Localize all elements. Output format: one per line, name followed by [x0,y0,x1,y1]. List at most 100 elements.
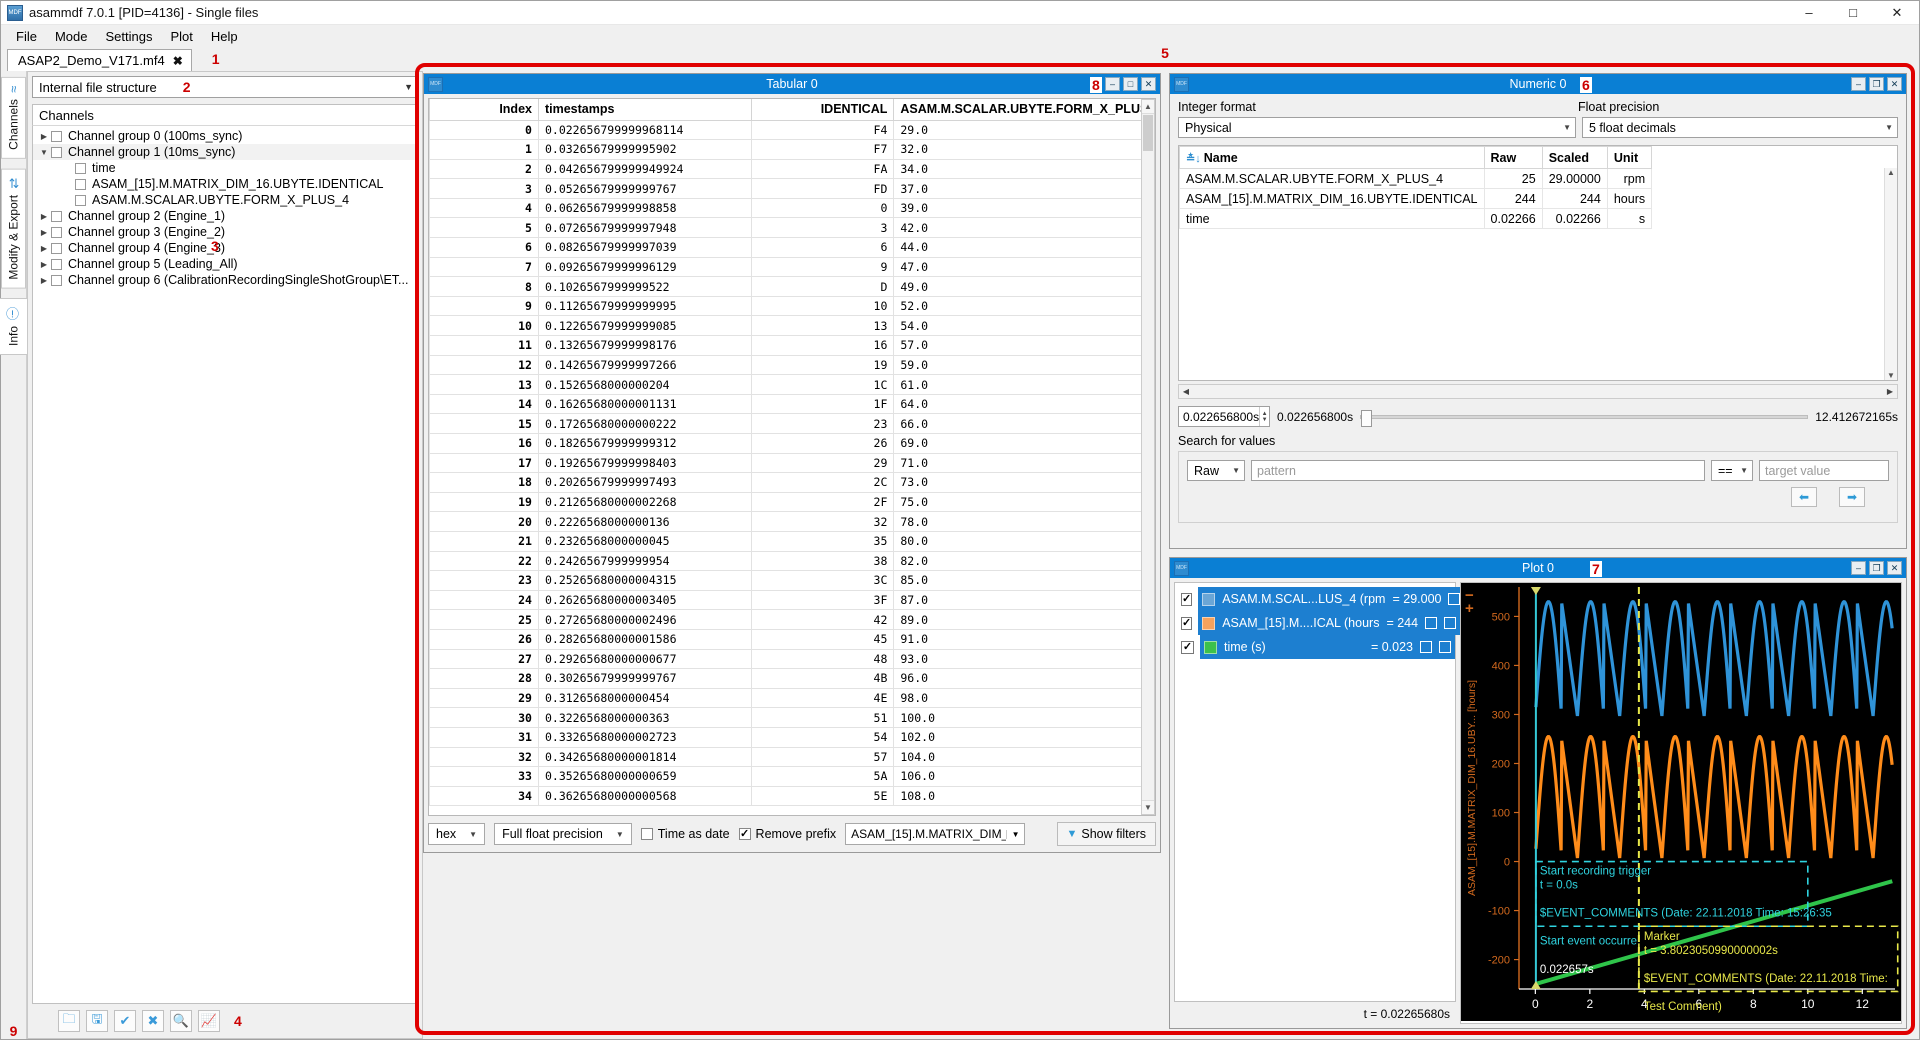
table-row[interactable]: 110.132656799999981761657.0 [430,336,1155,356]
maximize-button[interactable]: □ [1831,1,1875,25]
table-row[interactable]: 320.3426568000000181457104.0 [430,747,1155,767]
checkbox-icon[interactable] [75,195,86,206]
numeric-titlebar[interactable]: MDF Numeric 0 6 – ❐ ✕ [1170,74,1906,94]
expander-icon[interactable]: ▶ [37,132,51,141]
checkbox-icon[interactable] [51,131,62,142]
table-row[interactable]: 260.282656800000015864591.0 [430,629,1155,649]
menu-help[interactable]: Help [202,27,247,46]
tree-item[interactable]: ASAM.M.SCALAR.UBYTE.FORM_X_PLUS_4 [33,192,417,208]
checkbox-icon[interactable]: ✓ [1181,641,1194,654]
search-next-button[interactable]: ➡ [1839,487,1865,507]
checkbox-icon[interactable] [51,147,62,158]
checkbox-icon[interactable] [75,179,86,190]
legend-toggle-a-icon[interactable] [1448,593,1460,605]
tabular-maximize-button[interactable]: □ [1123,77,1138,91]
expander-icon[interactable]: ▼ [37,148,51,157]
tabular-minimize-button[interactable]: – [1105,77,1120,91]
plot-titlebar[interactable]: MDF Plot 0 7 – ❐ ✕ [1170,558,1906,578]
plot-canvas-container[interactable]: − + 5004003002001000-100-200ASAM_[15].M.… [1460,582,1902,1024]
numeric-integer-format-select[interactable]: Physical ▼ [1178,117,1576,138]
color-swatch-icon[interactable] [1204,641,1217,654]
channels-tree[interactable]: ▶Channel group 0 (100ms_sync)▼Channel gr… [32,126,418,1004]
uncheck-all-button[interactable]: ✖ [142,1010,164,1032]
table-row[interactable]: 40.06265679999998858039.0 [430,198,1155,218]
table-row[interactable]: 130.15265680000002041C61.0 [430,375,1155,395]
search-previous-button[interactable]: ⬅ [1791,487,1817,507]
table-row[interactable]: 250.272656800000024964289.0 [430,610,1155,630]
table-row[interactable]: 120.142656799999972661959.0 [430,355,1155,375]
legend-row[interactable]: ✓ASAM.M.SCAL...LUS_4 (rpm= 29.000 [1179,587,1455,611]
plot-minimize-button[interactable]: – [1851,561,1866,575]
table-row[interactable]: 210.23265680000000453580.0 [430,531,1155,551]
file-structure-select[interactable]: Internal file structure 2 ▼ [32,76,418,98]
color-swatch-icon[interactable] [1202,593,1215,606]
table-row[interactable]: 80.1026567999999522D49.0 [430,277,1155,297]
time-spinbox[interactable]: 0.022656800s ▲▼ [1178,406,1270,427]
tabular-table-container[interactable]: Index timestamps IDENTICAL ASAM.M.SCALAR… [428,98,1156,816]
menu-mode[interactable]: Mode [46,27,97,46]
expander-icon[interactable]: ▶ [37,228,51,237]
legend-row[interactable]: ✓time (s)= 0.023 [1179,635,1455,659]
table-row[interactable]: 180.202656799999974932C73.0 [430,473,1155,493]
check-all-button[interactable]: ✔ [114,1010,136,1032]
sidebar-item-channels[interactable]: Channels ≈ [1,77,26,159]
menu-settings[interactable]: Settings [96,27,161,46]
numeric-column-header-scaled[interactable]: Scaled [1542,147,1607,169]
scroll-thumb[interactable] [1143,115,1153,151]
table-row[interactable]: 270.292656800000006774893.0 [430,649,1155,669]
numeric-row[interactable]: time0.022660.02266s [1180,209,1652,229]
table-row[interactable]: 30.05265679999999767FD37.0 [430,179,1155,199]
numeric-column-header-unit[interactable]: Unit [1607,147,1651,169]
search-operator-select[interactable]: == ▼ [1711,460,1753,481]
table-row[interactable]: 100.122656799999990851354.0 [430,316,1155,336]
expander-icon[interactable]: ▶ [37,212,51,221]
numeric-row[interactable]: ASAM.M.SCALAR.UBYTE.FORM_X_PLUS_42529.00… [1180,169,1652,189]
checkbox-icon[interactable] [51,259,62,270]
close-button[interactable]: ✕ [1875,1,1919,25]
numeric-column-header-name[interactable]: ≛↓Name [1180,147,1485,169]
table-row[interactable]: 240.262656800000034053F87.0 [430,590,1155,610]
file-tab[interactable]: ASAP2_Demo_V171.mf4 ✖ [7,49,192,71]
numeric-row[interactable]: ASAM_[15].M.MATRIX_DIM_16.UBYTE.IDENTICA… [1180,189,1652,209]
plot-close-button[interactable]: ✕ [1887,561,1902,575]
legend-entry[interactable]: ASAM_[15].M....ICAL (hours= 244 [1198,611,1460,635]
time-as-date-checkbox[interactable]: Time as date [641,827,730,841]
tree-item[interactable]: ▼Channel group 1 (10ms_sync) [33,144,417,160]
table-row[interactable]: 330.352656800000006595A106.0 [430,767,1155,787]
tabular-vertical-scrollbar[interactable]: ▲ ▼ [1141,99,1155,815]
numeric-horizontal-scrollbar[interactable]: ◀ ▶ [1178,384,1898,399]
float-precision-select[interactable]: Full float precision ▼ [494,823,632,845]
search-mode-select[interactable]: Raw ▼ [1187,460,1245,481]
show-filters-button[interactable]: ▼ Show filters [1057,822,1157,846]
table-row[interactable]: 60.08265679999997039644.0 [430,238,1155,258]
table-row[interactable]: 20.042656799999949924FA34.0 [430,159,1155,179]
remove-prefix-checkbox[interactable]: ✓ Remove prefix [739,827,837,841]
checkbox-icon[interactable] [75,163,86,174]
table-row[interactable]: 160.182656799999993122669.0 [430,434,1155,454]
search-pattern-input[interactable]: pattern [1251,460,1705,481]
zoom-in-icon[interactable]: + [1465,602,1474,615]
search-target-input[interactable]: target value [1759,460,1889,481]
tree-item[interactable]: ▶Channel group 3 (Engine_2) [33,224,417,240]
scroll-left-icon[interactable]: ◀ [1179,387,1193,396]
legend-entry[interactable]: ASAM.M.SCAL...LUS_4 (rpm= 29.000 [1198,587,1483,611]
plot-maximize-button[interactable]: ❐ [1869,561,1884,575]
tabular-close-button[interactable]: ✕ [1141,77,1156,91]
menu-plot[interactable]: Plot [161,27,201,46]
tree-item[interactable]: ▶Channel group 4 (Engine_3) [33,240,417,256]
table-row[interactable]: 170.192656799999984032971.0 [430,453,1155,473]
column-header-timestamps[interactable]: timestamps [538,99,751,120]
checkbox-icon[interactable]: ✓ [1181,617,1192,630]
close-icon[interactable]: ✖ [173,54,183,68]
prefix-select[interactable]: ASAM_[15].M.MATRIX_DIM_16.UBYTE. ▼ [845,823,1025,845]
table-row[interactable]: 00.022656799999968114F429.0 [430,120,1155,140]
open-folder-button[interactable]: 🗀 [58,1010,80,1032]
legend-toggle-a-icon[interactable] [1425,617,1437,629]
slider-handle[interactable] [1361,410,1372,427]
checkbox-icon[interactable] [51,243,62,254]
table-row[interactable]: 50.07265679999997948342.0 [430,218,1155,238]
legend-toggle-a-icon[interactable] [1420,641,1432,653]
scroll-up-icon[interactable]: ▲ [1142,100,1154,114]
plot-button[interactable]: 📈 [198,1010,220,1032]
tree-item[interactable]: ▶Channel group 5 (Leading_All) [33,256,417,272]
